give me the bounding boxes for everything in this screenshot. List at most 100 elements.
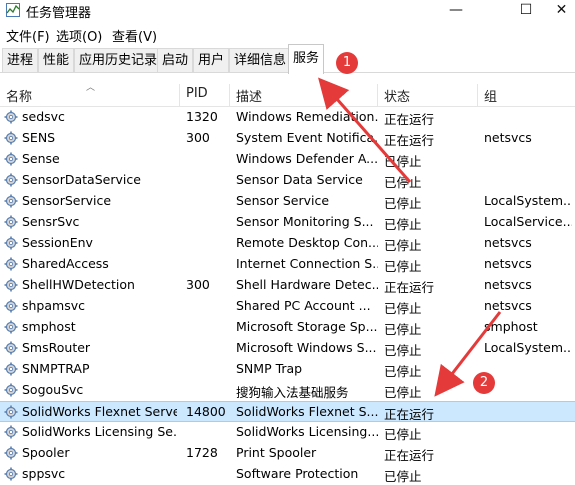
menu-options[interactable]: 选项(O) xyxy=(56,26,102,45)
service-group: netsvcs xyxy=(484,298,532,313)
service-name: sedsvc xyxy=(22,109,65,124)
column-header: ︿ 名称 PID 描述 状态 组 xyxy=(0,83,575,107)
column-pid[interactable]: PID xyxy=(186,86,208,101)
table-row[interactable]: SensorDataService Sensor Data Service 已停止 xyxy=(0,170,575,191)
service-status: 已停止 xyxy=(384,322,422,337)
service-name: SolidWorks Licensing Se... xyxy=(22,424,177,439)
service-description: Windows Remediation... xyxy=(236,109,378,124)
service-description: SolidWorks Flexnet S... xyxy=(236,404,378,419)
tab-details[interactable]: 详细信息 xyxy=(229,48,292,72)
service-group: netsvcs xyxy=(484,256,532,271)
table-row[interactable]: sppsvc Software Protection 已停止 xyxy=(0,464,575,485)
service-gear-icon xyxy=(4,320,18,334)
table-row[interactable]: SolidWorks Flexnet Server 14800 SolidWorks… xyxy=(0,401,575,422)
service-gear-icon xyxy=(4,467,18,481)
annotation-badge-1: 1 xyxy=(336,52,358,74)
service-gear-icon xyxy=(4,425,18,439)
column-status[interactable]: 状态 xyxy=(384,86,410,105)
table-row[interactable]: Spooler 1728 Print Spooler 正在运行 xyxy=(0,443,575,464)
maximize-button[interactable]: ☐ xyxy=(503,0,549,22)
table-row[interactable]: sedsvc 1320 Windows Remediation... 正在运行 xyxy=(0,107,575,128)
service-gear-icon xyxy=(4,278,18,292)
service-gear-icon xyxy=(4,194,18,208)
tab-processes[interactable]: 进程 xyxy=(2,48,39,72)
service-status: 已停止 xyxy=(384,154,422,169)
tab-services[interactable]: 服务 xyxy=(288,44,325,74)
service-status: 已停止 xyxy=(384,469,422,484)
service-description: Shell Hardware Detec... xyxy=(236,277,378,292)
service-name: SharedAccess xyxy=(22,256,109,271)
service-description: Shared PC Account ... xyxy=(236,298,371,313)
table-row[interactable]: SENS 300 System Event Notifica... 正在运行 netsv… xyxy=(0,128,575,149)
service-description: Internet Connection S... xyxy=(236,256,378,271)
table-row[interactable]: Sense Windows Defender A... 已停止 xyxy=(0,149,575,170)
tab-strip: 进程 性能 应用历史记录 启动 用户 详细信息 服务 xyxy=(0,44,575,74)
tab-app-history[interactable]: 应用历史记录 xyxy=(74,48,163,72)
service-pid: 14800 xyxy=(186,404,226,419)
table-row[interactable]: SolidWorks Licensing Se... SolidWorks Lic… xyxy=(0,422,575,443)
service-name: SessionEnv xyxy=(22,235,93,250)
table-row[interactable]: SmsRouter Microsoft Windows S... 已停止 LocalS… xyxy=(0,338,575,359)
service-group: netsvcs xyxy=(484,235,532,250)
service-gear-icon xyxy=(4,299,18,313)
service-status: 已停止 xyxy=(384,301,422,316)
table-row[interactable]: smphost Microsoft Storage Sp... 已停止 smphost xyxy=(0,317,575,338)
service-status: 已停止 xyxy=(384,385,422,400)
service-status: 正在运行 xyxy=(384,407,435,422)
service-description: 搜狗输入法基础服务 xyxy=(236,385,349,400)
service-name: SolidWorks Flexnet Server xyxy=(22,404,177,419)
service-description: Sensor Monitoring S... xyxy=(236,214,374,229)
column-description[interactable]: 描述 xyxy=(236,86,262,105)
service-description: Windows Defender A... xyxy=(236,151,378,166)
service-gear-icon xyxy=(4,173,18,187)
service-description: Microsoft Storage Sp... xyxy=(236,319,378,334)
service-name: shpamsvc xyxy=(22,298,85,313)
service-name: SmsRouter xyxy=(22,340,91,355)
service-description: Print Spooler xyxy=(236,445,317,460)
service-group: netsvcs xyxy=(484,277,532,292)
service-name: SNMPTRAP xyxy=(22,361,90,376)
service-name: smphost xyxy=(22,319,76,334)
service-status: 正在运行 xyxy=(384,448,435,463)
column-group[interactable]: 组 xyxy=(484,86,497,105)
table-row[interactable]: ShellHWDetection 300 Shell Hardware Detec.… xyxy=(0,275,575,296)
table-row[interactable]: SensorService Sensor Service 已停止 LocalSyste… xyxy=(0,191,575,212)
minimize-button[interactable]: — xyxy=(433,0,479,22)
service-description: SolidWorks Licensing... xyxy=(236,424,378,439)
table-row[interactable]: SharedAccess Internet Connection S... 已停止 n… xyxy=(0,254,575,275)
title-bar: 任务管理器 — ☐ ✕ xyxy=(0,0,575,22)
service-pid: 300 xyxy=(186,277,210,292)
service-description: Sensor Data Service xyxy=(236,172,363,187)
service-gear-icon xyxy=(4,131,18,145)
service-group: netsvcs xyxy=(484,130,532,145)
menu-file[interactable]: 文件(F) xyxy=(6,26,50,45)
tab-users[interactable]: 用户 xyxy=(193,48,230,72)
service-name: SensorDataService xyxy=(22,172,141,187)
service-status: 已停止 xyxy=(384,364,422,379)
service-status: 已停止 xyxy=(384,175,422,190)
service-name: Spooler xyxy=(22,445,70,460)
service-name: SensrSvc xyxy=(22,214,80,229)
table-row[interactable]: shpamsvc Shared PC Account ... 已停止 netsvcs xyxy=(0,296,575,317)
table-row[interactable]: SessionEnv Remote Desktop Con... 已停止 netsvc… xyxy=(0,233,575,254)
service-group: LocalService... xyxy=(484,214,572,229)
service-name: SENS xyxy=(22,130,56,145)
tab-startup[interactable]: 启动 xyxy=(157,48,194,72)
tab-performance[interactable]: 性能 xyxy=(38,48,75,72)
service-status: 已停止 xyxy=(384,217,422,232)
service-gear-icon xyxy=(4,110,18,124)
service-name: ShellHWDetection xyxy=(22,277,135,292)
menu-view[interactable]: 查看(V) xyxy=(112,26,157,45)
service-gear-icon xyxy=(4,383,18,397)
service-gear-icon xyxy=(4,341,18,355)
service-group: LocalSystem... xyxy=(484,340,572,355)
column-name[interactable]: 名称 xyxy=(6,86,32,105)
service-pid: 300 xyxy=(186,130,210,145)
task-manager-icon xyxy=(6,3,20,17)
close-button[interactable]: ✕ xyxy=(548,0,575,22)
service-name: SogouSvc xyxy=(22,382,84,397)
table-row[interactable]: SensrSvc Sensor Monitoring S... 已停止 LocalSe… xyxy=(0,212,575,233)
service-description: System Event Notifica... xyxy=(236,130,378,145)
service-gear-icon xyxy=(4,215,18,229)
service-status: 正在运行 xyxy=(384,133,435,148)
